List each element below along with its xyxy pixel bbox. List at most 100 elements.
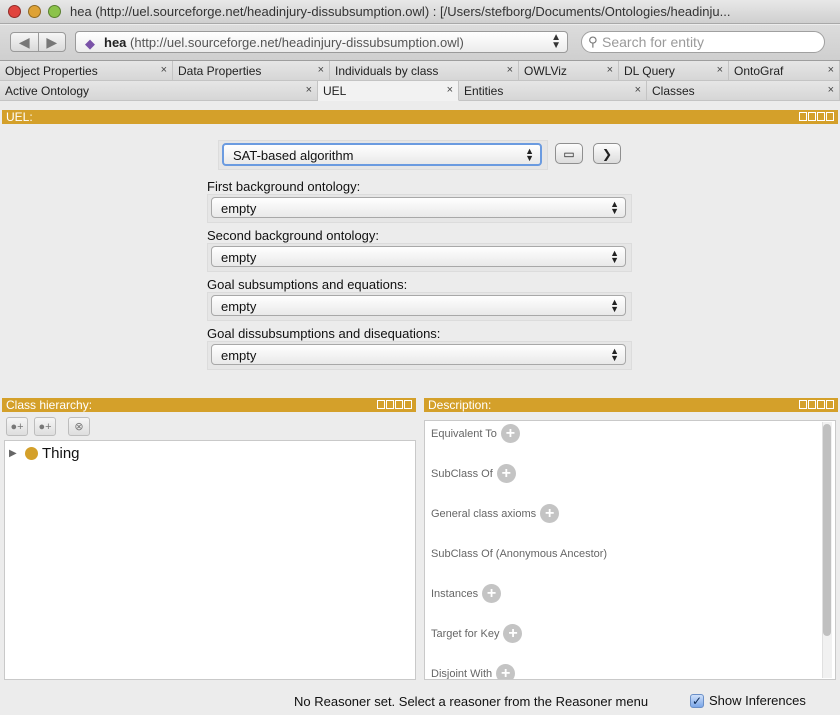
show-inferences-toggle[interactable]: ✓ Show Inferences (690, 693, 806, 708)
add-icon[interactable]: + (503, 624, 523, 643)
window-titlebar: hea (http://uel.sourceforge.net/headinju… (0, 0, 840, 24)
tab-classes[interactable]: Classes × (647, 81, 840, 101)
uel-view-header: UEL: (2, 110, 838, 124)
close-icon[interactable]: × (306, 84, 312, 96)
algorithm-value: SAT-based algorithm (233, 148, 354, 163)
add-subclass-button[interactable]: ●+ (6, 417, 28, 436)
float-view-icon[interactable] (817, 400, 825, 409)
class-hierarchy-header: Class hierarchy: (2, 398, 416, 412)
split-horizontal-icon[interactable] (377, 400, 385, 409)
tab-uel[interactable]: UEL × (318, 81, 459, 101)
tab-entities[interactable]: Entities × (459, 81, 647, 101)
tab-label: OWLViz (524, 64, 567, 78)
search-input[interactable]: ⚲ Search for entity (581, 31, 825, 53)
tab-label: Classes (652, 84, 695, 98)
search-icon: ⚲ (588, 34, 598, 49)
close-icon[interactable]: × (828, 64, 834, 76)
add-icon[interactable]: + (500, 424, 520, 443)
close-view-icon[interactable] (404, 400, 412, 409)
close-icon[interactable]: × (635, 84, 641, 96)
chevron-updown-icon: ▲ ▼ (525, 146, 534, 163)
description-scroll-thumb[interactable] (823, 424, 831, 636)
uel-view-title: UEL: (6, 110, 33, 124)
float-view-icon[interactable] (395, 400, 403, 409)
add-sibling-icon: ●+ (38, 420, 52, 433)
add-icon[interactable]: + (496, 464, 516, 483)
checkbox-checked-icon[interactable]: ✓ (690, 693, 704, 708)
tab-label: Entities (464, 84, 504, 98)
view-controls (799, 400, 834, 409)
active-ontology-selector[interactable]: ◆ hea (http://uel.sourceforge.net/headin… (75, 31, 568, 53)
goal-dissubsumptions-select[interactable]: empty ▲ ▼ (211, 344, 626, 365)
back-button[interactable]: ◀ (11, 33, 38, 51)
close-icon[interactable]: × (717, 64, 723, 76)
zoom-window-button[interactable] (48, 5, 61, 18)
tab-owlviz[interactable]: OWLViz × (519, 61, 619, 81)
uel-view-body: SAT-based algorithm ▲ ▼ ▭ ❯ First backgro… (2, 124, 838, 392)
tab-data-properties[interactable]: Data Properties × (173, 61, 330, 81)
goal-subsumptions-select[interactable]: empty ▲ ▼ (211, 295, 626, 316)
add-sibling-button[interactable]: ●+ (34, 417, 56, 436)
tree-node-thing[interactable]: ▶ Thing (9, 445, 80, 462)
description-body: Equivalent To + SubClass Of + General clas… (424, 420, 836, 680)
tab-label: Object Properties (5, 64, 98, 78)
class-hierarchy-tree: ▶ Thing (4, 440, 416, 680)
tab-active-ontology[interactable]: Active Ontology × (0, 81, 318, 101)
tab-object-properties[interactable]: Object Properties × (0, 61, 173, 81)
goal-subsumptions-value: empty (221, 299, 257, 314)
close-view-icon[interactable] (826, 400, 834, 409)
second-background-select[interactable]: empty ▲ ▼ (211, 246, 626, 267)
arrow-left-icon: ◀ (18, 33, 30, 50)
split-horizontal-icon[interactable] (799, 400, 807, 409)
expand-triangle-icon[interactable]: ▶ (9, 448, 25, 459)
chevron-updown-icon: ▲ ▼ (610, 248, 619, 265)
tab-ontograf[interactable]: OntoGraf × (729, 61, 840, 81)
section-label: Instances (431, 587, 479, 600)
close-view-icon[interactable] (826, 112, 834, 121)
add-icon[interactable]: + (540, 504, 560, 523)
algorithm-select[interactable]: SAT-based algorithm ▲ ▼ (222, 143, 542, 166)
close-icon[interactable]: × (607, 64, 613, 76)
close-icon[interactable]: × (161, 64, 167, 76)
first-background-select[interactable]: empty ▲ ▼ (211, 197, 626, 218)
split-vertical-icon[interactable] (386, 400, 394, 409)
close-icon[interactable]: × (507, 64, 513, 76)
open-ontology-button[interactable]: ▭ (555, 143, 583, 164)
view-controls (799, 112, 834, 121)
split-horizontal-icon[interactable] (799, 112, 807, 121)
tab-individuals-by-class[interactable]: Individuals by class × (330, 61, 519, 81)
tab-label: Active Ontology (5, 84, 90, 98)
split-vertical-icon[interactable] (808, 112, 816, 121)
second-background-value: empty (221, 250, 257, 265)
delete-class-icon: ⊗ (74, 421, 84, 433)
section-label: Disjoint With (431, 667, 493, 680)
minimize-window-button[interactable] (28, 5, 41, 18)
close-icon[interactable]: × (447, 84, 453, 96)
float-view-icon[interactable] (817, 112, 825, 121)
add-icon[interactable]: + (496, 664, 516, 679)
tab-label: Data Properties (178, 64, 262, 78)
add-icon[interactable]: + (482, 584, 502, 603)
next-button[interactable]: ❯ (593, 143, 621, 164)
class-icon (25, 447, 38, 460)
section-subclass-of: SubClass Of + (431, 464, 516, 483)
goal-subsumptions-label: Goal subsumptions and equations: (207, 277, 408, 292)
arrow-right-icon: ▶ (46, 33, 58, 50)
close-window-button[interactable] (8, 5, 21, 18)
tab-label: DL Query (624, 64, 675, 78)
tree-node-label: Thing (42, 445, 80, 462)
goal-dissubsumptions-value: empty (221, 348, 257, 363)
section-target-for-key: Target for Key + (431, 624, 523, 643)
section-label: Equivalent To (431, 427, 497, 440)
view-controls (377, 400, 412, 409)
section-equivalent-to: Equivalent To + (431, 424, 520, 443)
class-hierarchy-toolbar: ●+ ●+ ⊗ (2, 414, 416, 440)
window-title: hea (http://uel.sourceforge.net/headinju… (70, 4, 731, 19)
forward-button[interactable]: ▶ (37, 33, 66, 51)
split-vertical-icon[interactable] (808, 400, 816, 409)
tab-dl-query[interactable]: DL Query × (619, 61, 729, 81)
section-subclass-anonymous: SubClass Of (Anonymous Ancestor) (431, 544, 607, 563)
close-icon[interactable]: × (828, 84, 834, 96)
close-icon[interactable]: × (318, 64, 324, 76)
delete-class-button[interactable]: ⊗ (68, 417, 90, 436)
